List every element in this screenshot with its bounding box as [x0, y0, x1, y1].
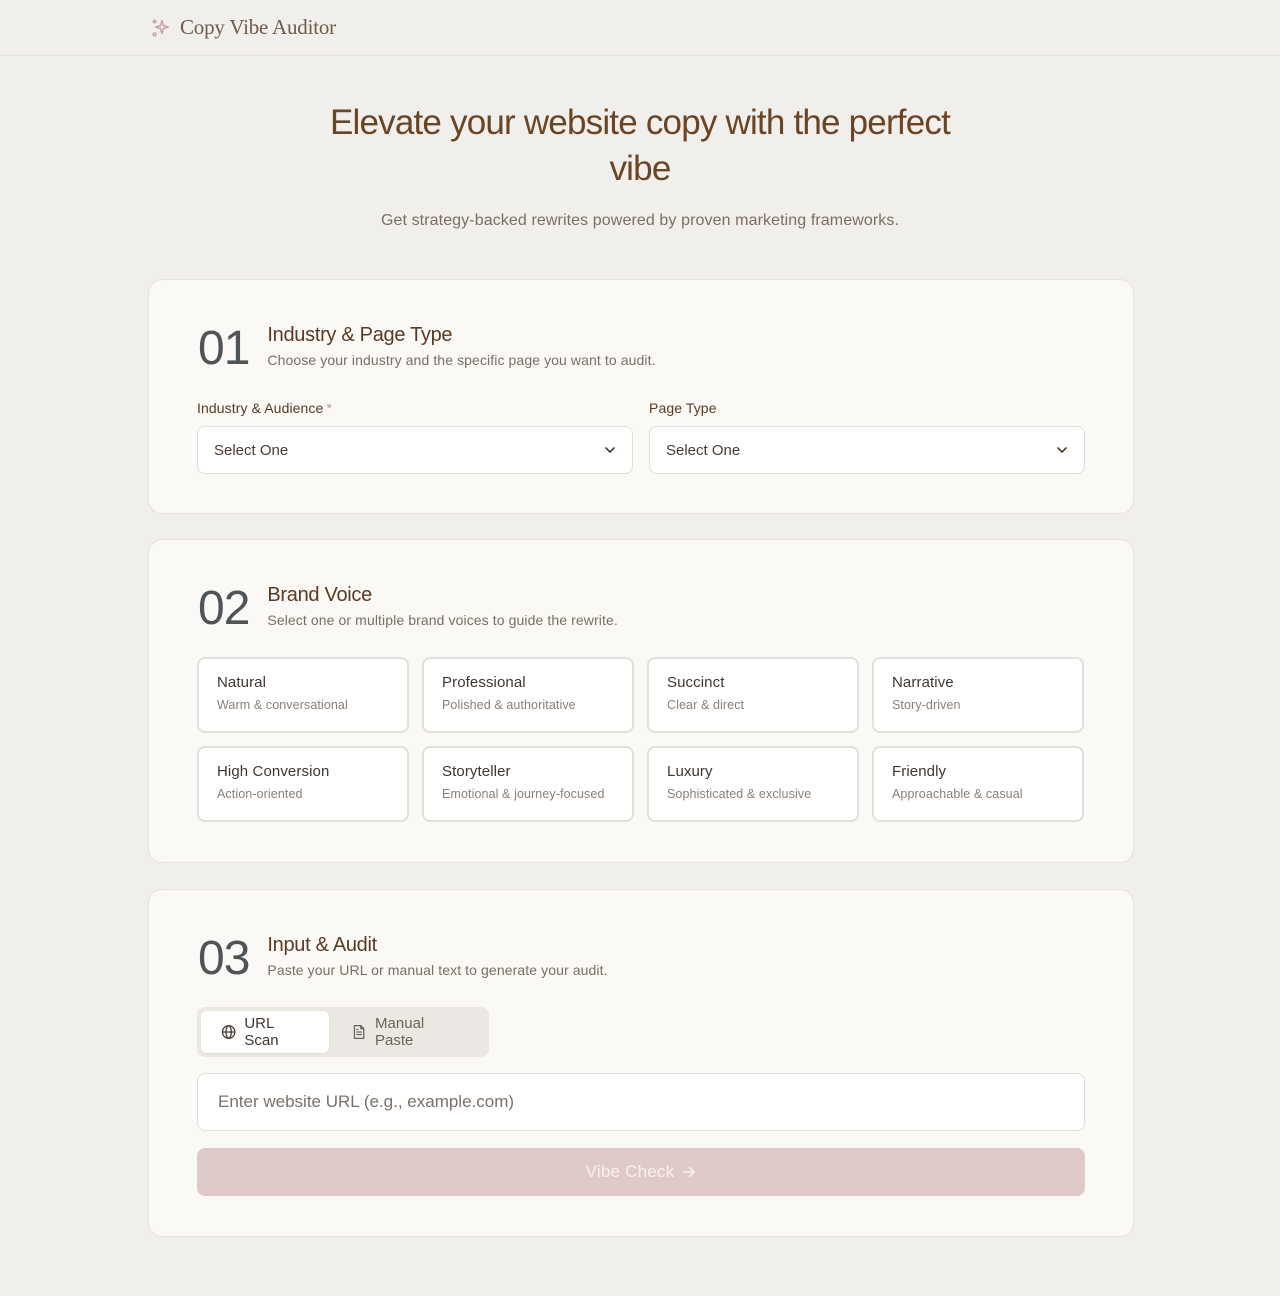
step-heading: Industry & Page Type Choose your industr… [267, 322, 655, 368]
voice-option-storyteller[interactable]: Storyteller Emotional & journey-focused [422, 746, 634, 822]
hero-subtitle: Get strategy-backed rewrites powered by … [380, 212, 900, 229]
voice-description: Approachable & casual [892, 787, 1023, 801]
arrow-right-icon [683, 1166, 696, 1178]
vibe-check-button[interactable]: Vibe Check [197, 1148, 1085, 1196]
hero-title: Elevate your website copy with the perfe… [329, 103, 951, 188]
industry-label: Industry & Audience * [197, 400, 332, 416]
voice-description: Warm & conversational [217, 698, 348, 712]
voice-name: Friendly [892, 763, 947, 780]
voice-option-luxury[interactable]: Luxury Sophisticated & exclusive [647, 746, 859, 822]
document-icon [354, 1024, 365, 1040]
top-bar: Copy Vibe Auditor [0, 0, 1280, 56]
tab-manual-paste[interactable]: Manual Paste [331, 1011, 485, 1053]
voice-option-high-conversion[interactable]: High Conversion Action-oriented [197, 746, 409, 822]
voice-option-friendly[interactable]: Friendly Approachable & casual [872, 746, 1084, 822]
step-description: Choose your industry and the specific pa… [267, 352, 656, 368]
voice-description: Story-driven [892, 698, 961, 712]
input-mode-tabs: URL Scan Manual Paste [197, 1007, 489, 1057]
voice-name: Professional [442, 674, 526, 691]
step-title: Industry & Page Type [267, 324, 453, 346]
tab-label: Manual Paste [375, 1015, 425, 1049]
brand[interactable]: Copy Vibe Auditor [150, 15, 336, 40]
step-title: Input & Audit [267, 934, 377, 956]
page-type-label: Page Type [649, 400, 717, 416]
industry-select-value: Select One [214, 441, 289, 459]
step-description: Paste your URL or manual text to generat… [267, 962, 608, 978]
voice-name: High Conversion [217, 763, 330, 780]
voice-option-succinct[interactable]: Succinct Clear & direct [647, 657, 859, 733]
page-type-select-value: Select One [666, 441, 741, 459]
hero: Elevate your website copy with the perfe… [0, 100, 1280, 230]
page-type-select[interactable]: Select One [649, 426, 1085, 474]
step-header: 01 Industry & Page Type Choose your indu… [198, 322, 656, 374]
step-number: 01 [198, 322, 250, 375]
brand-voice-grid: Natural Warm & conversational Profession… [197, 657, 1085, 822]
url-input[interactable] [197, 1073, 1085, 1131]
industry-select[interactable]: Select One [197, 426, 633, 474]
step-number: 03 [198, 932, 250, 985]
step-number: 02 [198, 582, 250, 635]
voice-name: Natural [217, 674, 267, 691]
voice-name: Succinct [667, 674, 725, 691]
voice-description: Clear & direct [667, 698, 745, 712]
voice-option-natural[interactable]: Natural Warm & conversational [197, 657, 409, 733]
voice-description: Sophisticated & exclusive [667, 787, 812, 801]
vibe-check-label: Vibe Check [585, 1162, 675, 1181]
app-name: Copy Vibe Auditor [180, 15, 336, 39]
industry-label-text: Industry & Audience [197, 400, 324, 416]
voice-description: Action-oriented [217, 787, 303, 801]
step-brand-voice-card: 02 Brand Voice Select one or multiple br… [148, 539, 1134, 863]
voice-name: Narrative [892, 674, 954, 691]
required-mark: * [326, 400, 332, 416]
step-header: 03 Input & Audit Paste your URL or manua… [198, 932, 608, 984]
chevron-down-icon [605, 447, 615, 453]
tab-url-scan[interactable]: URL Scan [201, 1011, 330, 1053]
voice-description: Emotional & journey-focused [442, 787, 605, 801]
step-industry-card: 01 Industry & Page Type Choose your indu… [148, 279, 1134, 514]
chevron-down-icon [1057, 447, 1067, 453]
step-input-audit-card: 03 Input & Audit Paste your URL or manua… [148, 889, 1134, 1237]
step-header: 02 Brand Voice Select one or multiple br… [198, 582, 618, 634]
voice-name: Luxury [667, 763, 713, 780]
sparkles-icon [152, 18, 170, 37]
voice-option-narrative[interactable]: Narrative Story-driven [872, 657, 1084, 733]
tab-label: URL Scan [244, 1015, 279, 1049]
step-description: Select one or multiple brand voices to g… [267, 612, 618, 628]
step-heading: Brand Voice Select one or multiple brand… [267, 582, 617, 628]
voice-description: Polished & authoritative [442, 698, 576, 712]
step-title: Brand Voice [267, 584, 372, 606]
globe-icon [221, 1025, 236, 1039]
step-heading: Input & Audit Paste your URL or manual t… [267, 932, 607, 978]
voice-name: Storyteller [442, 763, 511, 780]
voice-option-professional[interactable]: Professional Polished & authoritative [422, 657, 634, 733]
